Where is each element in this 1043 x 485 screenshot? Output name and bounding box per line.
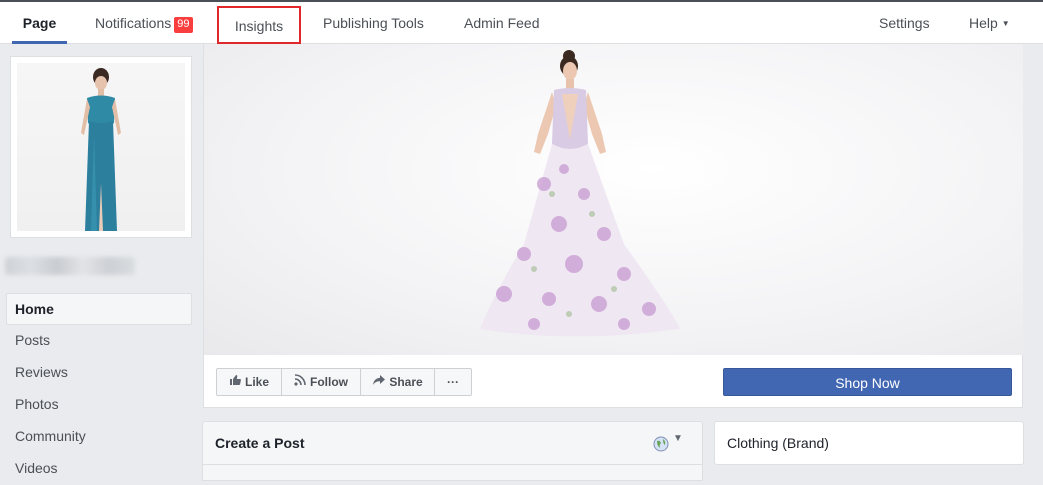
tab-page[interactable]: Page: [12, 2, 67, 44]
follow-label: Follow: [310, 375, 348, 389]
page-category-card: Clothing (Brand): [714, 421, 1024, 465]
sidebar-item-posts[interactable]: Posts: [6, 325, 192, 357]
thumbs-up-icon: [229, 369, 241, 395]
sidebar-item-home[interactable]: Home: [6, 293, 192, 325]
share-label: Share: [389, 375, 423, 389]
follow-button[interactable]: Follow: [281, 368, 361, 396]
sidebar-item-community[interactable]: Community: [6, 421, 192, 453]
rss-icon: [294, 369, 306, 395]
profile-picture[interactable]: [10, 56, 192, 238]
cover-card: Like Follow Share ··· Shop Now: [203, 44, 1023, 408]
tab-help-label: Help: [969, 15, 998, 31]
like-button[interactable]: Like: [216, 368, 282, 396]
tab-insights[interactable]: Insights: [217, 6, 301, 44]
tab-settings[interactable]: Settings: [879, 2, 930, 44]
sidebar-nav: Home Posts Reviews Photos Community Vide…: [6, 293, 192, 485]
tab-help[interactable]: Help ▼: [969, 2, 1010, 44]
notification-count-badge: 99: [174, 17, 193, 33]
chevron-down-icon: ▼: [1001, 19, 1010, 28]
sidebar-item-videos[interactable]: Videos: [6, 453, 192, 485]
more-options-button[interactable]: ···: [434, 368, 472, 396]
tab-notifications-label: Notifications: [95, 15, 172, 31]
chevron-down-icon[interactable]: ▼: [673, 433, 683, 444]
share-button[interactable]: Share: [360, 368, 435, 396]
create-post-card: Create a Post ▼: [202, 421, 703, 481]
divider: [203, 464, 702, 465]
tab-admin-feed[interactable]: Admin Feed: [464, 2, 539, 44]
create-post-title[interactable]: Create a Post: [215, 435, 304, 451]
sidebar-item-reviews[interactable]: Reviews: [6, 357, 192, 389]
like-label: Like: [244, 375, 269, 389]
share-arrow-icon: [372, 369, 386, 395]
globe-icon[interactable]: [653, 436, 669, 457]
more-dots-icon: ···: [447, 375, 459, 389]
cover-photo[interactable]: [204, 44, 1023, 355]
page-category: Clothing (Brand): [727, 435, 829, 451]
page-top-nav: Page Notifications 99 Insights Publishing…: [0, 0, 1043, 44]
tab-publishing-tools[interactable]: Publishing Tools: [323, 2, 424, 44]
page-name-redacted: [5, 257, 135, 275]
shop-now-button[interactable]: Shop Now: [723, 368, 1012, 396]
profile-photo-image: [17, 63, 185, 231]
sidebar-item-photos[interactable]: Photos: [6, 389, 192, 421]
tab-notifications[interactable]: Notifications 99: [95, 2, 193, 44]
